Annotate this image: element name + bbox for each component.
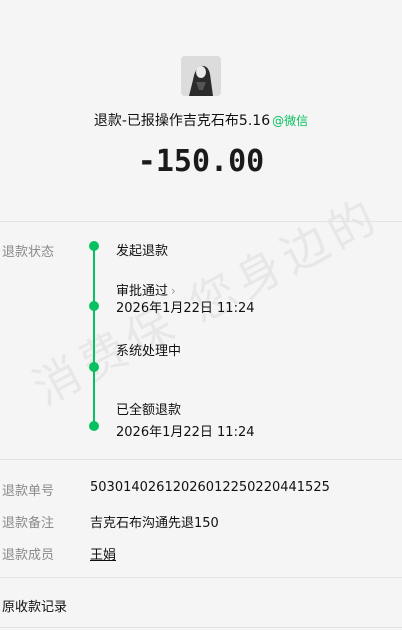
divider: [0, 221, 402, 222]
refund-member-link[interactable]: 王娟: [90, 544, 116, 563]
source-tag: @微信: [272, 114, 309, 128]
merchant-avatar: [181, 56, 221, 96]
refund-remark-label: 退款备注: [2, 516, 55, 531]
refund-amount: -150.00: [137, 144, 265, 179]
divider: [0, 459, 402, 460]
chevron-right-icon: ›: [171, 284, 176, 298]
refund-member-label: 退款成员: [2, 548, 55, 563]
original-payment-record-link[interactable]: 原收款记录: [2, 596, 67, 615]
refund-status-label: 退款状态: [2, 245, 55, 260]
step-processing: 系统处理中: [116, 344, 182, 359]
step-full-refund-time: 2026年1月22日 11:24: [116, 425, 255, 440]
step-approved-time: 2026年1月22日 11:24: [116, 301, 255, 316]
merchant-name: 退款-已报操作吉克石布5.16: [93, 113, 271, 129]
timeline-dot: [89, 421, 99, 431]
timeline-line: [93, 246, 95, 427]
merchant-title-row: 退款-已报操作吉克石布5.16 @微信: [0, 110, 402, 130]
refund-no-value: 5030140261202601225022044152​5: [90, 480, 330, 495]
timeline-dot: [89, 362, 99, 372]
divider: [0, 577, 402, 578]
timeline-dot: [89, 241, 99, 251]
refund-remark-value: 吉克石布沟通先退150: [90, 516, 219, 531]
divider: [0, 627, 402, 628]
step-full-refund: 已全额退款: [116, 403, 182, 418]
refund-no-label: 退款单号: [2, 484, 55, 499]
step-initiated: 发起退款: [116, 244, 169, 259]
timeline-dot: [89, 301, 99, 311]
refund-header: 退款-已报操作吉克石布5.16 @微信 -150.00: [0, 0, 402, 179]
